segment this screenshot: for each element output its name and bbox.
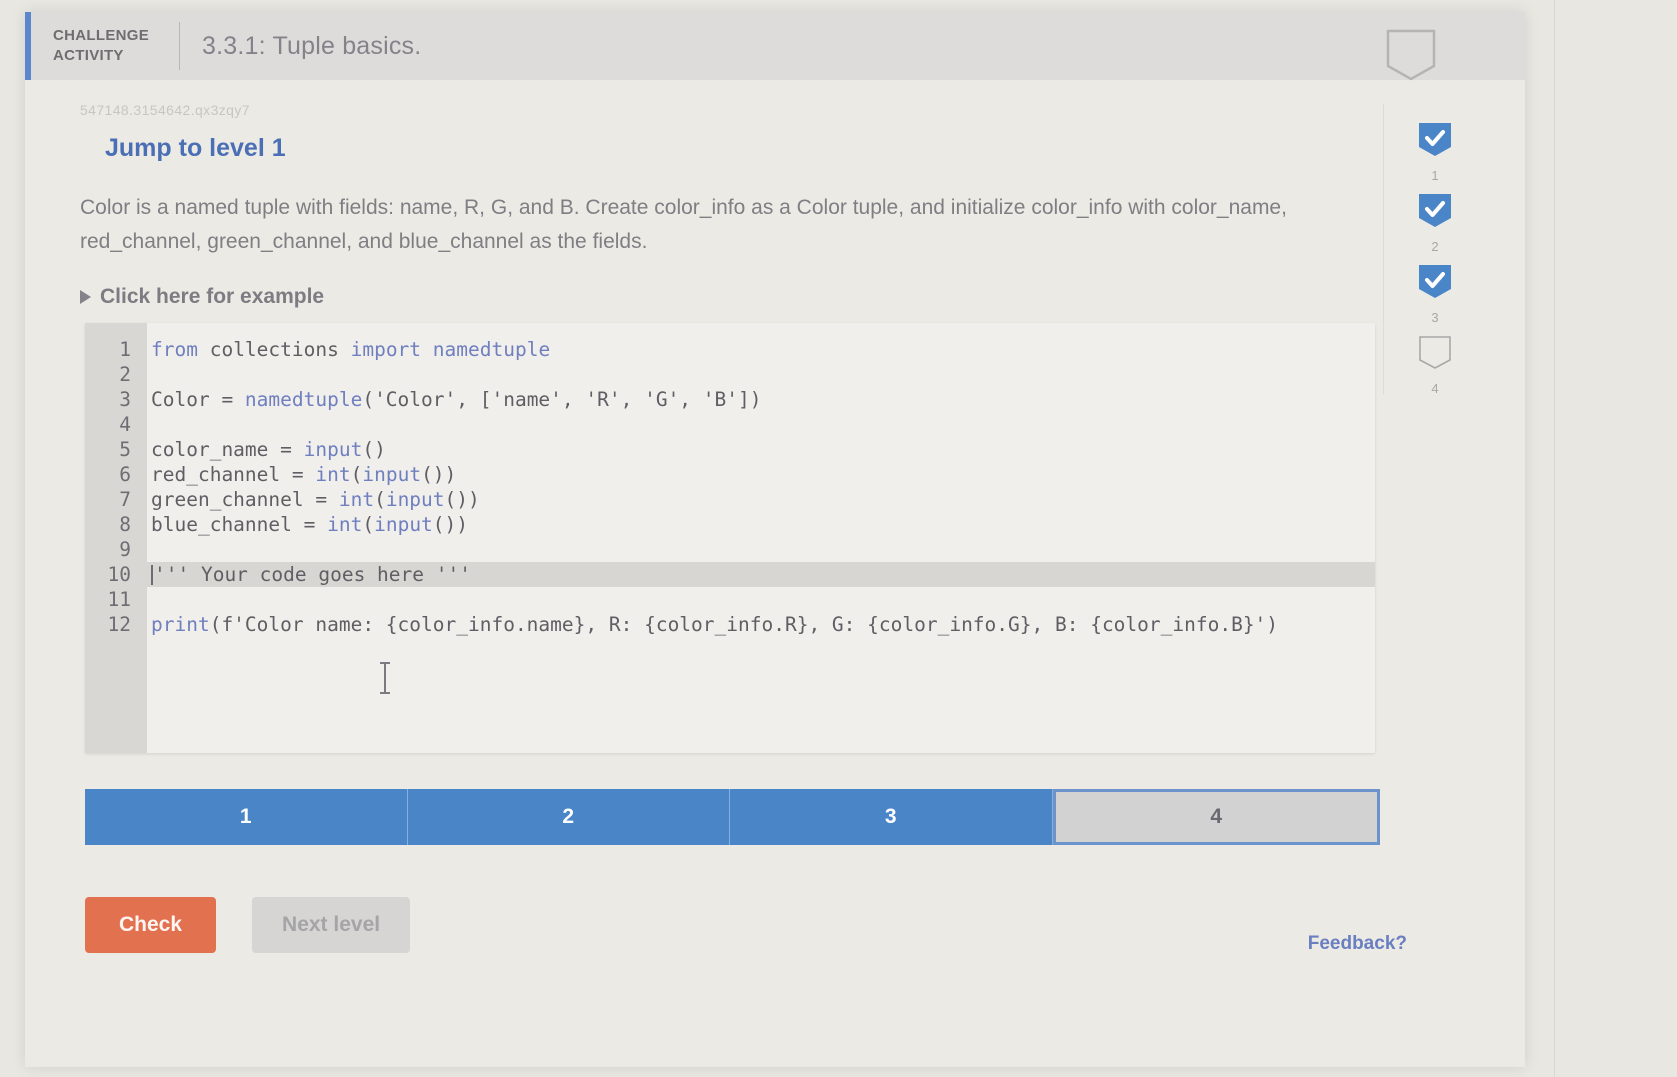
line-text[interactable]: ''' Your code goes here ''' bbox=[147, 562, 471, 587]
line-text[interactable] bbox=[147, 412, 151, 437]
feedback-link[interactable]: Feedback? bbox=[1308, 933, 1407, 955]
kicker-line-1: CHALLENGE bbox=[53, 27, 150, 44]
code-line[interactable]: 10 ''' Your code goes here ''' bbox=[85, 562, 1375, 587]
check-pennant-icon bbox=[1418, 122, 1452, 164]
code-line[interactable]: 1 from collections import namedtuple bbox=[85, 337, 1375, 362]
line-number: 12 bbox=[107, 613, 131, 636]
line-number: 11 bbox=[107, 588, 131, 611]
rail-level-2[interactable]: 2 bbox=[1418, 193, 1452, 254]
progress-segment-4[interactable]: 4 bbox=[1052, 789, 1380, 845]
header-divider bbox=[179, 22, 180, 70]
line-number: 3 bbox=[119, 388, 131, 411]
check-button[interactable]: Check bbox=[85, 897, 217, 953]
next-level-button[interactable]: Next level bbox=[252, 897, 411, 953]
line-number: 8 bbox=[119, 513, 131, 536]
problem-prompt: Color is a named tuple with fields: name… bbox=[80, 196, 1287, 253]
rail-level-3[interactable]: 3 bbox=[1418, 264, 1452, 325]
empty-pennant-icon bbox=[1385, 28, 1437, 82]
line-number: 10 bbox=[107, 563, 131, 586]
activity-body: 547148.3154642.qx3zqy7 Jump to level 1 C… bbox=[25, 80, 1525, 955]
code-line[interactable]: 3 Color = namedtuple('Color', ['name', 'R… bbox=[85, 387, 1375, 412]
level-completion-rail: 1 2 3 4 bbox=[1383, 104, 1465, 406]
text-cursor-icon bbox=[377, 661, 393, 695]
progress-segment-label: 4 bbox=[1210, 805, 1223, 828]
line-text[interactable]: print(f'Color name: {color_info.name}, R… bbox=[147, 612, 1278, 637]
progress-segment-3[interactable]: 3 bbox=[730, 789, 1053, 845]
kicker-line-2: ACTIVITY bbox=[53, 47, 124, 64]
challenge-activity-kicker: CHALLENGE ACTIVITY bbox=[53, 26, 173, 66]
empty-pennant-icon bbox=[1418, 335, 1452, 377]
line-text[interactable]: color_name = input() bbox=[147, 437, 386, 462]
line-text[interactable] bbox=[147, 587, 151, 612]
activity-title: 3.3.1: Tuple basics. bbox=[202, 31, 422, 60]
code-line[interactable]: 4 bbox=[85, 412, 1375, 437]
line-number: 9 bbox=[119, 538, 131, 561]
page-edge-line bbox=[1554, 0, 1555, 1077]
code-line[interactable]: 9 bbox=[85, 537, 1375, 562]
code-line[interactable]: 2 bbox=[85, 362, 1375, 387]
line-number: 5 bbox=[119, 438, 131, 461]
header-accent-bar bbox=[25, 12, 31, 80]
rail-level-4[interactable]: 4 bbox=[1418, 335, 1452, 396]
line-text[interactable]: blue_channel = int(input()) bbox=[147, 512, 468, 537]
line-text[interactable]: red_channel = int(input()) bbox=[147, 462, 456, 487]
line-text[interactable]: from collections import namedtuple bbox=[147, 337, 550, 362]
activity-header: CHALLENGE ACTIVITY 3.3.1: Tuple basics. bbox=[25, 12, 1525, 82]
line-text[interactable] bbox=[147, 537, 151, 562]
line-text[interactable]: green_channel = int(input()) bbox=[147, 487, 480, 512]
line-number: 4 bbox=[119, 413, 131, 436]
code-editor[interactable]: 1 from collections import namedtuple 2 3 Col… bbox=[85, 323, 1375, 753]
progress-segment-label: 1 bbox=[239, 805, 252, 828]
code-line[interactable]: 5 color_name = input() bbox=[85, 437, 1375, 462]
example-toggle-label: Click here for example bbox=[100, 285, 325, 308]
disclosure-triangle-icon bbox=[80, 290, 91, 304]
caret-icon bbox=[151, 565, 153, 585]
rail-level-number: 1 bbox=[1431, 168, 1439, 183]
code-lines[interactable]: 1 from collections import namedtuple 2 3 Col… bbox=[85, 337, 1375, 637]
rail-level-number: 4 bbox=[1431, 381, 1439, 396]
code-line[interactable]: 11 bbox=[85, 587, 1375, 612]
line-number: 2 bbox=[119, 363, 131, 386]
progress-segment-label: 3 bbox=[884, 805, 897, 828]
progress-segment-2[interactable]: 2 bbox=[407, 789, 730, 845]
line-text[interactable]: Color = namedtuple('Color', ['name', 'R'… bbox=[147, 387, 762, 412]
click-here-for-example-toggle[interactable]: Click here for example bbox=[80, 285, 324, 309]
rail-level-number: 3 bbox=[1431, 310, 1439, 325]
activity-id: 547148.3154642.qx3zqy7 bbox=[80, 102, 250, 118]
code-line[interactable]: 6 red_channel = int(input()) bbox=[85, 462, 1375, 487]
check-pennant-icon bbox=[1418, 264, 1452, 306]
rail-level-1[interactable]: 1 bbox=[1418, 122, 1452, 183]
line-text[interactable] bbox=[147, 362, 151, 387]
code-line[interactable]: 7 green_channel = int(input()) bbox=[85, 487, 1375, 512]
progress-segment-label: 2 bbox=[562, 805, 575, 828]
activity-card: CHALLENGE ACTIVITY 3.3.1: Tuple basics. … bbox=[25, 12, 1525, 1067]
code-line[interactable]: 8 blue_channel = int(input()) bbox=[85, 512, 1375, 537]
line-number: 7 bbox=[119, 488, 131, 511]
check-pennant-icon bbox=[1418, 193, 1452, 235]
code-line[interactable]: 12 print(f'Color name: {color_info.name},… bbox=[85, 612, 1375, 637]
rail-separator bbox=[1383, 104, 1384, 394]
rail-level-number: 2 bbox=[1431, 239, 1439, 254]
progress-segment-1[interactable]: 1 bbox=[85, 789, 408, 845]
jump-to-level-link[interactable]: Jump to level 1 bbox=[105, 134, 286, 163]
line-number: 1 bbox=[119, 338, 131, 361]
level-progress-bar: 1 2 3 4 bbox=[85, 789, 1380, 845]
line-number: 6 bbox=[119, 463, 131, 486]
